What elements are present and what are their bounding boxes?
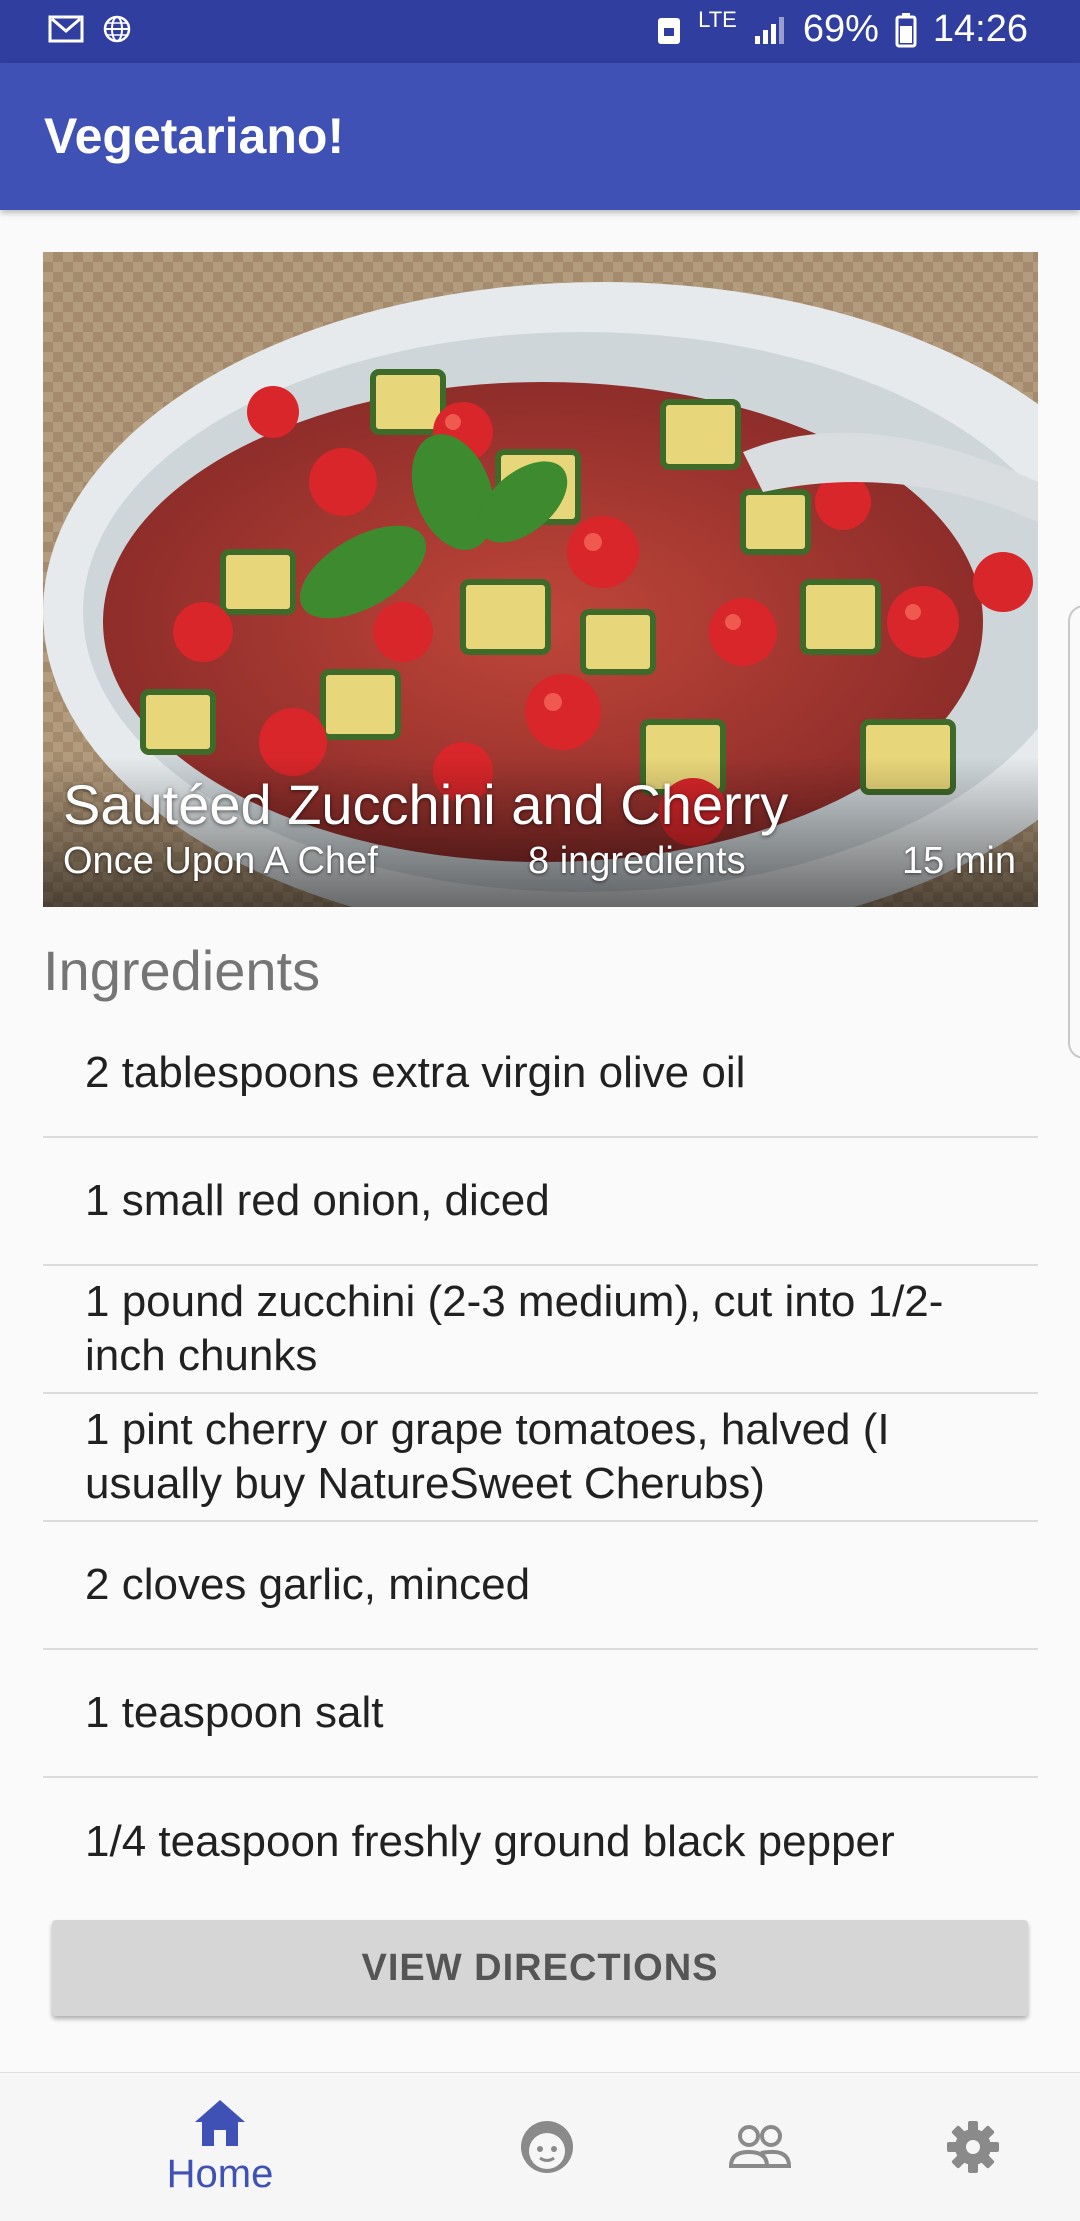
status-right-icons: LTE 69% 14:26 [656, 6, 1028, 51]
ingredient-item: 1/4 teaspoon freshly ground black pepper [85, 1817, 895, 1866]
people-icon [728, 2125, 792, 2168]
status-left-icons [48, 14, 132, 44]
battery-percent: 69% [802, 8, 879, 50]
ingredient-item: 1 pound zucchini (2-3 medium), cut into … [43, 1266, 1038, 1394]
app-bar: Vegetariano! [0, 63, 1080, 210]
network-type: LTE [698, 6, 737, 32]
nav-community[interactable] [660, 2073, 860, 2221]
nav-settings[interactable] [873, 2073, 1073, 2221]
mail-icon [48, 15, 84, 43]
ingredient-item: 2 tablespoons extra virgin olive oil [43, 1010, 1038, 1138]
cook-time: 15 min [901, 840, 1016, 882]
clock: 14:26 [932, 8, 1028, 50]
globe-icon [103, 15, 131, 43]
view-directions-button[interactable]: VIEW DIRECTIONS [52, 1920, 1028, 2016]
ingredients-list: 2 tablespoons extra virgin olive oil 1 s… [43, 1010, 1038, 1906]
face-icon [521, 2121, 573, 2173]
app-title: Vegetariano! [44, 108, 345, 164]
ingredient-item: 2 cloves garlic, minced [43, 1522, 1038, 1650]
ingredients-heading: Ingredients [43, 939, 321, 1002]
nav-home-label: Home [166, 2151, 274, 2196]
scroll-edge-handle[interactable] [1068, 605, 1080, 1059]
bottom-navigation: Home [0, 2072, 1080, 2221]
home-icon [195, 2099, 245, 2146]
nav-home[interactable]: Home [120, 2073, 320, 2221]
battery-icon [895, 12, 917, 47]
gear-icon [947, 2121, 999, 2173]
recipe-title: Sautéed Zucchini and Cherry [63, 773, 789, 836]
ingredient-item: 1 teaspoon salt [43, 1650, 1038, 1778]
nav-profile[interactable] [447, 2073, 647, 2221]
recipe-card[interactable]: Sautéed Zucchini and Cherry Once Upon A … [43, 252, 1038, 907]
ingredient-item: 1 small red onion, diced [43, 1138, 1038, 1266]
alarm-icon [658, 17, 681, 44]
signal-icon [754, 16, 784, 44]
ingredient-item: 1 pint cherry or grape tomatoes, halved … [43, 1394, 1038, 1522]
ingredient-count: 8 ingredients [528, 840, 746, 882]
recipe-source: Once Upon A Chef [63, 840, 378, 882]
status-bar: LTE 69% 14:26 [0, 0, 1080, 63]
